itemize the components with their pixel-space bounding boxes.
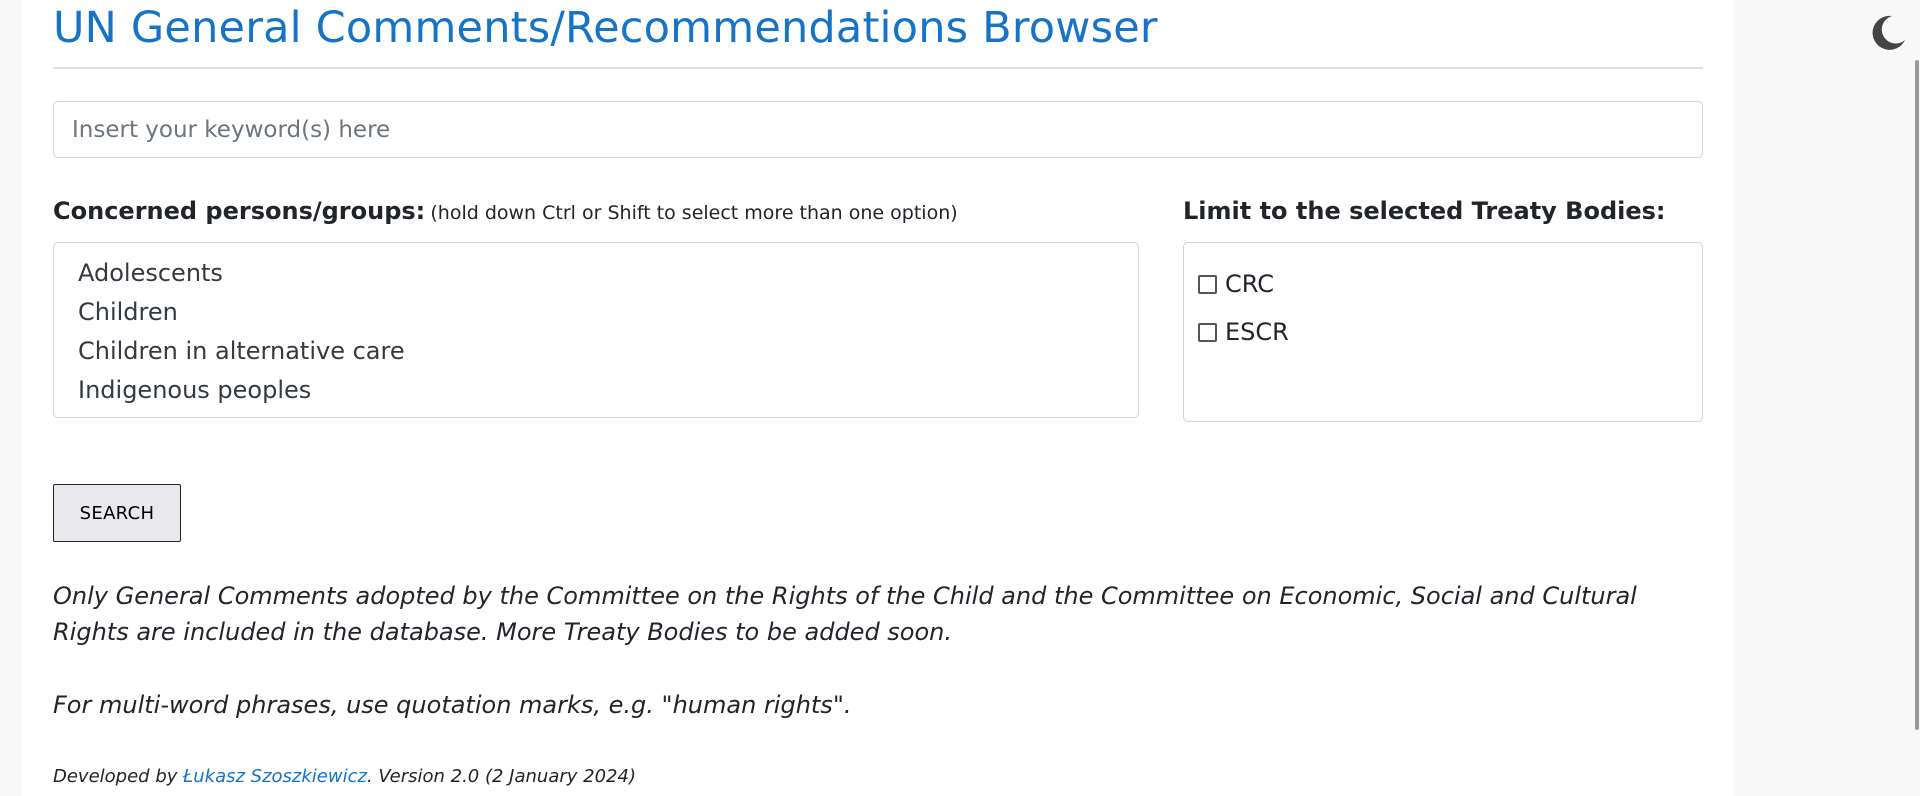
database-scope-note: Only General Comments adopted by the Com… (53, 582, 1637, 646)
group-option-children[interactable]: Children (78, 293, 1114, 332)
treaty-body-escr[interactable]: ESCR (1198, 308, 1688, 356)
search-button[interactable]: SEARCH (53, 484, 181, 542)
group-option-children-in-alternative-care[interactable]: Children in alternative care (78, 332, 1114, 371)
treaty-bodies-box: CRC ESCR (1183, 242, 1703, 422)
page-title: UN General Comments/Recommendations Brow… (53, 3, 1158, 53)
escr-label: ESCR (1225, 318, 1289, 346)
crc-checkbox[interactable] (1198, 274, 1217, 294)
treaty-body-crc[interactable]: CRC (1198, 260, 1688, 308)
group-option-indigenous-peoples[interactable]: Indigenous peoples (78, 371, 1114, 410)
footer-prefix: Developed by (53, 766, 184, 787)
author-link[interactable]: Łukasz Szoszkiewicz (183, 766, 367, 787)
groups-label: Concerned persons/groups: (hold down Ctr… (53, 197, 958, 225)
groups-label-hint: (hold down Ctrl or Shift to select more … (430, 202, 958, 224)
footer-version: . Version 2.0 (2 January 2024) (366, 766, 636, 787)
moon-icon[interactable] (1868, 12, 1908, 52)
phrase-search-tip: For multi-word phrases, use quotation ma… (53, 691, 852, 719)
treaty-bodies-label: Limit to the selected Treaty Bodies: (1183, 197, 1666, 225)
groups-label-text: Concerned persons/groups: (53, 197, 426, 225)
page-container: UN General Comments/Recommendations Brow… (22, 0, 1733, 796)
scrollbar[interactable] (1914, 0, 1920, 796)
footer: Developed by Łukasz Szoszkiewicz. Versio… (53, 766, 636, 787)
scrollbar-thumb[interactable] (1915, 60, 1919, 730)
escr-checkbox[interactable] (1198, 322, 1217, 342)
crc-label: CRC (1225, 270, 1274, 298)
groups-multiselect[interactable]: Adolescents Children Children in alterna… (53, 242, 1139, 418)
keyword-search-input[interactable] (53, 101, 1703, 158)
group-option-adolescents[interactable]: Adolescents (78, 254, 1114, 293)
title-divider (53, 67, 1703, 69)
